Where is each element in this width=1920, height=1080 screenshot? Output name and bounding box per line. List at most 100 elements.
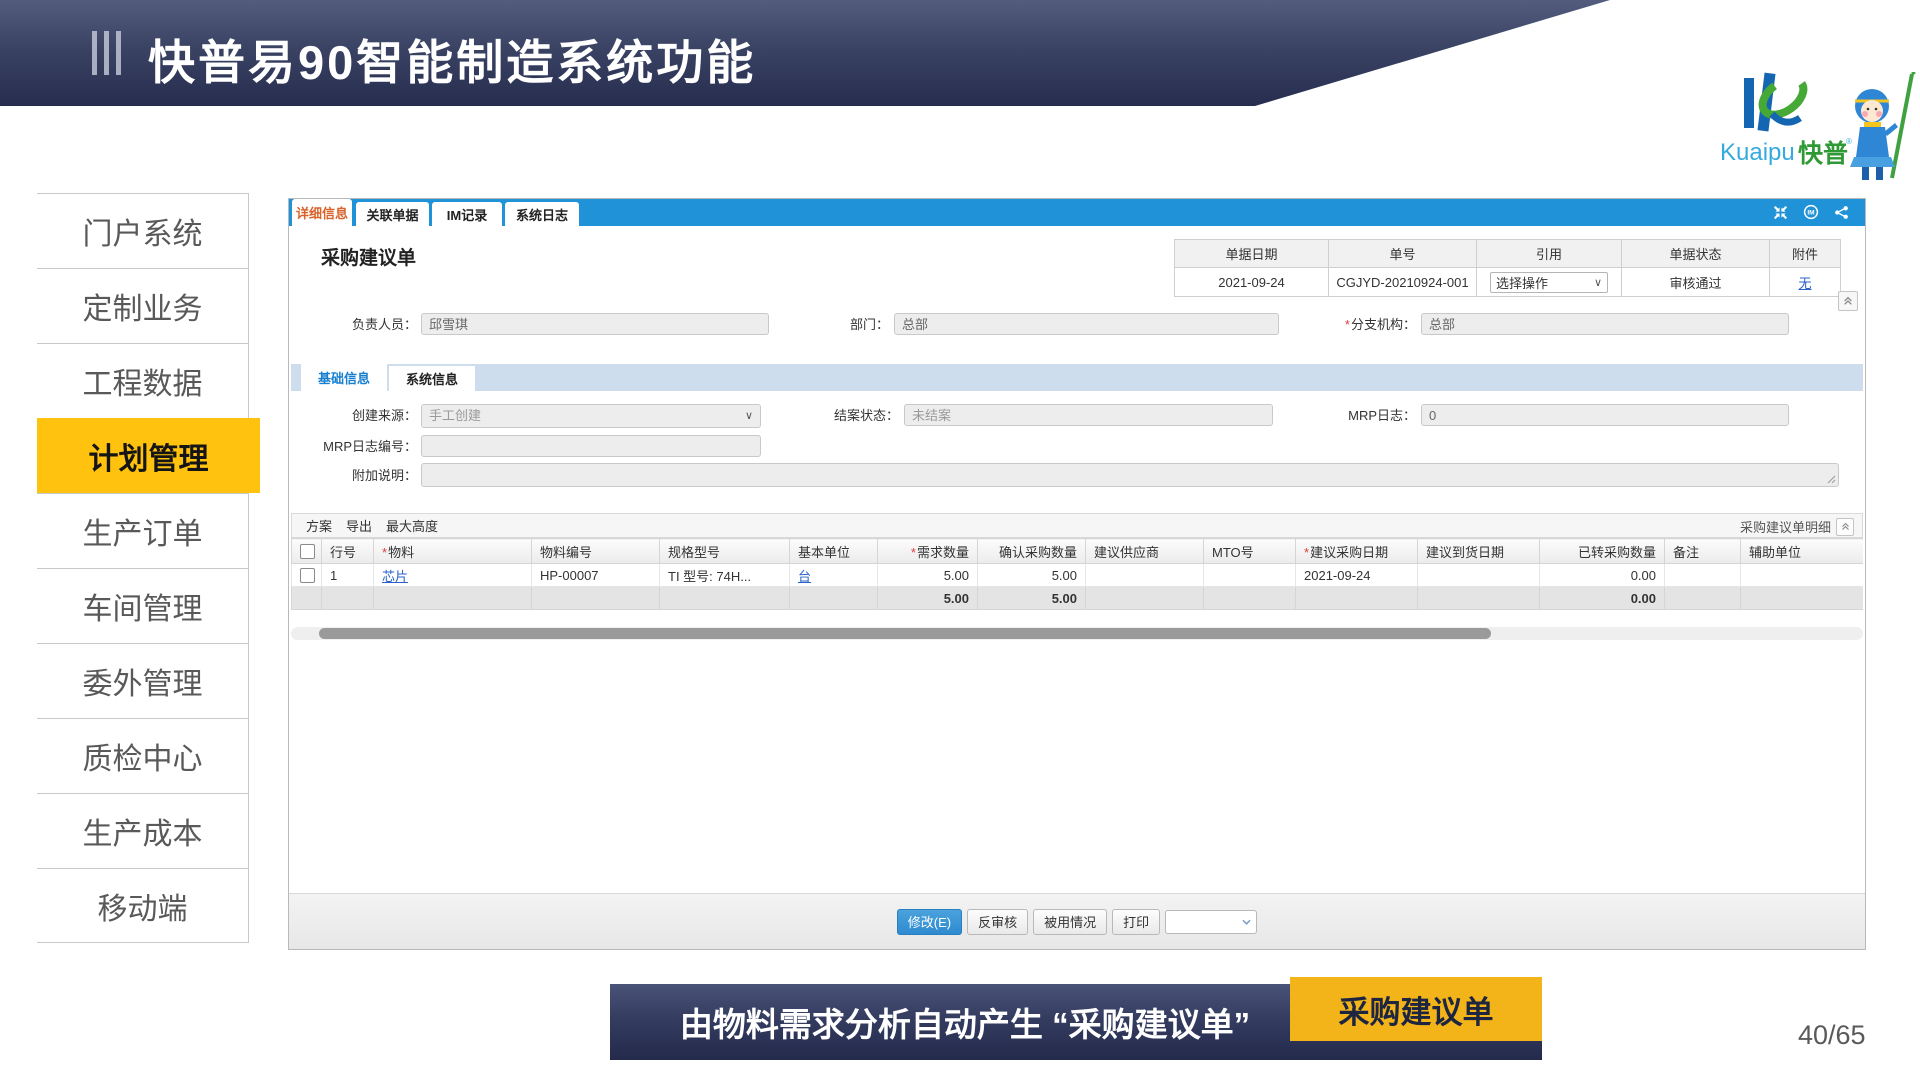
unaudit-button[interactable]: 反审核 <box>967 909 1028 935</box>
doc-header-table: 单据日期 单号 引用 单据状态 附件 2021-09-24 CGJYD-2021… <box>1174 239 1841 297</box>
row-checkbox[interactable] <box>300 568 315 583</box>
grid-cell <box>1204 564 1296 587</box>
ref-action-select[interactable]: 选择操作 ∨ <box>1490 272 1608 293</box>
sidebar-item-plan-management[interactable]: 计划管理 <box>37 418 260 493</box>
im-icon[interactable]: IM <box>1803 204 1819 220</box>
sidebar-item-quality-center[interactable]: 质检中心 <box>37 718 248 793</box>
owner-input[interactable]: 邱雪琪 <box>421 313 769 335</box>
tab-im-record[interactable]: IM记录 <box>432 202 502 226</box>
scrollbar-thumb[interactable] <box>319 628 1491 639</box>
grid-header-cell: 备注 <box>1665 539 1741 564</box>
grid-row: 1芯片HP-00007TI 型号: 74H...台5.005.002021-09… <box>292 564 1864 587</box>
logo-text-cn: 快普 <box>1798 139 1848 168</box>
share-icon[interactable] <box>1834 205 1849 220</box>
close-status-label: 结案状态： <box>829 405 899 427</box>
mrp-log-no-input[interactable] <box>421 435 761 457</box>
grid-total-cell <box>790 587 878 610</box>
grid-header-cell: 规格型号 <box>660 539 790 564</box>
app-footer: 修改(E) 反审核 被用情况 打印 <box>289 893 1865 949</box>
toolbar-export-button[interactable]: 导出 <box>346 516 372 535</box>
grid-total-cell <box>1665 587 1741 610</box>
grid-cell: HP-00007 <box>532 564 660 587</box>
resize-handle-icon[interactable] <box>1827 475 1836 484</box>
modify-button[interactable]: 修改(E) <box>897 909 962 935</box>
sidebar-item-engineering-data[interactable]: 工程数据 <box>37 343 248 418</box>
grid-cell-link[interactable]: 台 <box>798 569 811 584</box>
sidebar-item-production-cost[interactable]: 生产成本 <box>37 793 248 868</box>
owner-label: 负责人员： <box>319 314 417 336</box>
grid-cell: 1 <box>322 564 374 587</box>
grid-header-cell: *建议采购日期 <box>1296 539 1418 564</box>
grid-cell <box>1086 564 1204 587</box>
chevron-down-icon <box>1242 919 1251 925</box>
extra-note-label: 附加说明： <box>334 465 417 487</box>
grid-cell <box>1665 564 1741 587</box>
mrp-log-label: MRP日志： <box>1341 405 1416 427</box>
doc-date: 2021-09-24 <box>1175 268 1329 297</box>
grid-cell: 台 <box>790 564 878 587</box>
sidebar-item-portal[interactable]: 门户系统 <box>37 193 248 268</box>
toolbar-max-height-button[interactable]: 最大高度 <box>386 516 438 535</box>
tab-system-log[interactable]: 系统日志 <box>505 202 579 226</box>
hinfo-col-status: 单据状态 <box>1622 240 1770 268</box>
ref-action-value: 选择操作 <box>1496 273 1548 292</box>
sidebar-item-custom-business[interactable]: 定制业务 <box>37 268 248 343</box>
grid-cell <box>1418 564 1540 587</box>
grid-cell <box>1741 564 1864 587</box>
sidebar: 门户系统 定制业务 工程数据 计划管理 生产订单 车间管理 委外管理 质检中心 … <box>37 193 249 943</box>
grid-total-row: 5.005.000.000.00 <box>292 587 1864 610</box>
doc-status: 审核通过 <box>1622 268 1770 297</box>
svg-text:®: ® <box>1846 137 1852 146</box>
hinfo-col-docno: 单号 <box>1329 240 1477 268</box>
slide: 快普易90智能制造系统功能 Kuaipu 快普 ® <box>0 0 1920 1080</box>
sidebar-item-mobile[interactable]: 移动端 <box>37 868 248 943</box>
grid-cell: TI 型号: 74H... <box>660 564 790 587</box>
slide-title: 快普易90智能制造系统功能 <box>148 24 756 93</box>
grid-header-cell: 行号 <box>322 539 374 564</box>
extra-note-textarea[interactable] <box>421 463 1839 487</box>
logo-text-en: Kuaipu <box>1720 139 1795 166</box>
tab-basic-info[interactable]: 基础信息 <box>301 364 387 391</box>
tab-system-info[interactable]: 系统信息 <box>389 366 475 391</box>
tab-detail-info[interactable]: 详细信息 <box>292 199 352 226</box>
print-button[interactable]: 打印 <box>1112 909 1160 935</box>
grid-header-row: 行号*物料物料编号规格型号基本单位*需求数量确认采购数量建议供应商MTO号*建议… <box>292 539 1864 564</box>
mrp-log-input[interactable]: 0 <box>1421 404 1789 426</box>
dept-input[interactable]: 总部 <box>894 313 1279 335</box>
app-window: 详细信息 关联单据 IM记录 系统日志 IM <box>288 198 1866 950</box>
select-all-checkbox[interactable] <box>300 544 315 559</box>
grid-header-cell: *需求数量 <box>878 539 978 564</box>
toolbar-scheme-button[interactable]: 方案 <box>306 516 332 535</box>
sidebar-item-workshop-management[interactable]: 车间管理 <box>37 568 248 643</box>
collapse-grid-button[interactable] <box>1836 518 1854 536</box>
attachment-link[interactable]: 无 <box>1798 276 1811 291</box>
grid-cell <box>292 564 322 587</box>
branch-label: *分支机构： <box>1311 314 1416 336</box>
sidebar-item-outsourcing-management[interactable]: 委外管理 <box>37 643 248 718</box>
grid-body: 1芯片HP-00007TI 型号: 74H...台5.005.002021-09… <box>292 564 1864 587</box>
grid-cell-link[interactable]: 芯片 <box>382 569 408 584</box>
create-source-select[interactable]: 手工创建 ∨ <box>421 404 761 428</box>
more-actions-select[interactable] <box>1165 910 1257 934</box>
grid-header-cell: 基本单位 <box>790 539 878 564</box>
grid-header-cell: 确认采购数量 <box>978 539 1086 564</box>
hinfo-col-attach: 附件 <box>1770 240 1841 268</box>
kp-logo-mark <box>1744 72 1810 131</box>
grid-cell: 2021-09-24 <box>1296 564 1418 587</box>
header-band: 快普易90智能制造系统功能 <box>0 0 1920 106</box>
collapse-header-button[interactable] <box>1838 291 1858 311</box>
doc-number: CGJYD-20210924-001 <box>1329 268 1477 297</box>
detail-grid: 行号*物料物料编号规格型号基本单位*需求数量确认采购数量建议供应商MTO号*建议… <box>291 538 1863 610</box>
sidebar-item-production-order[interactable]: 生产订单 <box>37 493 248 568</box>
banner-text: 由物料需求分析自动产生 “采购建议单” <box>630 998 1300 1046</box>
kuaipu-logo: Kuaipu 快普 ® <box>1714 72 1920 184</box>
grid-total-cell: 0.00 <box>1540 587 1665 610</box>
branch-input[interactable]: 总部 <box>1421 313 1789 335</box>
grid-header-cell: 物料编号 <box>532 539 660 564</box>
grid-header-cell: MTO号 <box>1204 539 1296 564</box>
usage-button[interactable]: 被用情况 <box>1033 909 1107 935</box>
compress-icon[interactable] <box>1773 205 1788 220</box>
svg-text:IM: IM <box>1807 210 1814 217</box>
tab-related-docs[interactable]: 关联单据 <box>356 202 429 226</box>
close-status-input[interactable]: 未结案 <box>904 404 1273 426</box>
